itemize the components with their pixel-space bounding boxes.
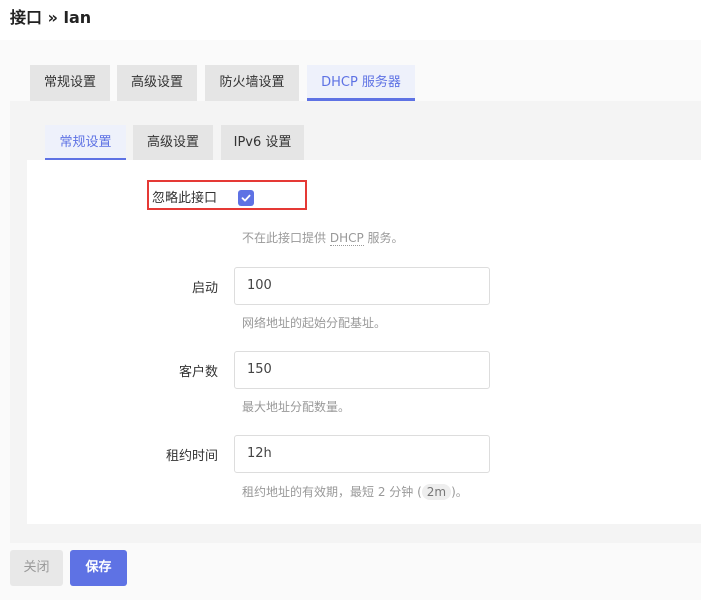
subtab-advanced[interactable]: 高级设置	[133, 125, 213, 161]
ignore-interface-hint: 不在此接口提供 DHCP 服务。	[242, 229, 404, 246]
subtab-ipv6[interactable]: IPv6 设置	[221, 125, 304, 161]
tab-general[interactable]: 常规设置	[30, 65, 110, 101]
close-button[interactable]: 关闭	[10, 550, 63, 586]
hint-text: 租约地址的有效期，最短 2 分钟 (	[242, 485, 422, 499]
tab-dhcp-server[interactable]: DHCP 服务器	[307, 65, 415, 101]
tab-firewall[interactable]: 防火墙设置	[205, 65, 299, 101]
lease-time-label: 租约时间	[165, 449, 218, 464]
lease-code: 2m	[421, 484, 452, 500]
page-title: 接口 » lan	[10, 8, 92, 27]
subtab-general[interactable]: 常规设置	[45, 125, 126, 161]
start-label: 启动	[191, 281, 218, 296]
dhcp-abbr: DHCP	[329, 231, 364, 246]
lease-time-hint: 租约地址的有效期，最短 2 分钟 (2m)。	[242, 483, 468, 500]
tab-advanced[interactable]: 高级设置	[117, 65, 197, 101]
highlight-box	[147, 180, 307, 210]
hint-text: 服务。	[363, 231, 404, 245]
limit-hint: 最大地址分配数量。	[242, 400, 351, 414]
start-hint: 网络地址的起始分配基址。	[242, 316, 387, 330]
limit-label: 客户数	[178, 365, 218, 380]
title-bar: 接口 » lan	[0, 0, 701, 40]
hint-text: 不在此接口提供	[242, 231, 330, 245]
hint-text: )。	[451, 485, 468, 499]
save-button[interactable]: 保存	[70, 550, 127, 586]
lease-time-input[interactable]: 12h	[234, 435, 490, 473]
limit-input[interactable]: 150	[234, 351, 490, 389]
start-input[interactable]: 100	[234, 267, 490, 305]
